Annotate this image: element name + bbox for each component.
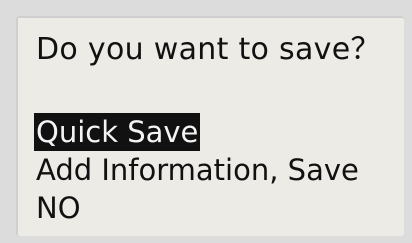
no-option[interactable]: NO: [34, 191, 83, 225]
dialog-prompt: Do you want to save？: [36, 32, 381, 67]
add-information-save-option[interactable]: Add Information, Save: [34, 153, 361, 187]
save-dialog: Do you want to save？ Quick Save Add Info…: [16, 16, 404, 236]
menu-row-no: NO: [36, 189, 361, 227]
quick-save-option[interactable]: Quick Save: [34, 113, 201, 151]
menu-row-quick-save: Quick Save: [34, 113, 361, 151]
menu-row-add-info-save: Add Information, Save: [36, 151, 361, 189]
device-frame: Do you want to save？ Quick Save Add Info…: [0, 0, 412, 243]
save-options-menu: Quick Save Add Information, Save NO: [34, 113, 361, 227]
